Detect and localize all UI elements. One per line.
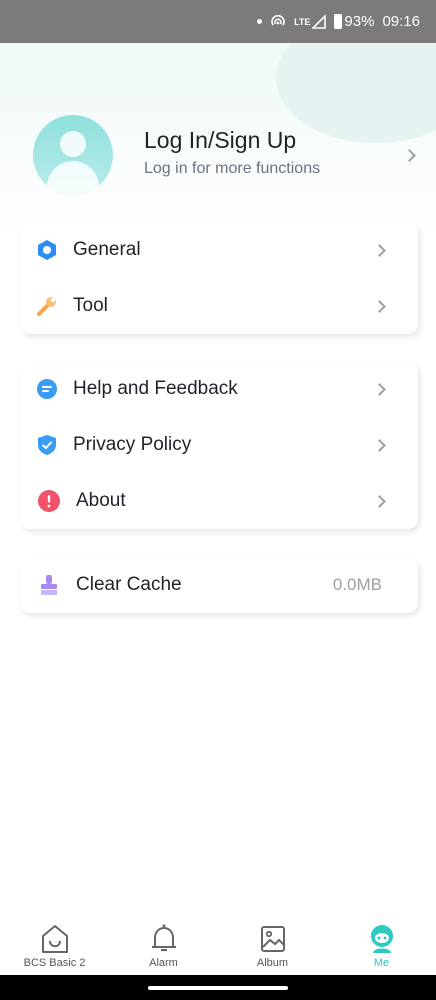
message-icon [36, 378, 58, 400]
status-bar: LTE 93% 09:16 [0, 0, 436, 43]
menu-label: Tool [73, 295, 108, 316]
menu-item-tool[interactable]: Tool [20, 278, 418, 334]
chevron-right-icon [373, 299, 386, 313]
clock: 09:16 [382, 13, 420, 30]
login-title: Log In/Sign Up [144, 127, 297, 153]
menu-label: General [73, 239, 141, 260]
notification-dot-icon [257, 19, 263, 24]
brush-icon [38, 574, 60, 596]
tab-album[interactable]: Album [218, 915, 327, 975]
battery-level: 93% [344, 13, 375, 30]
gear-hex-icon [36, 239, 58, 261]
tab-label: Album [256, 957, 289, 969]
signal-icon: LTE [294, 14, 327, 29]
system-navigation-bar [0, 975, 436, 1000]
bottom-tab-bar: BCS Basic 2 Alarm Album Me [0, 915, 436, 975]
tab-me[interactable]: Me [327, 915, 436, 975]
settings-card-help: Help and Feedback Privacy Policy About [20, 361, 418, 529]
info-icon [38, 490, 60, 512]
chevron-right-icon [373, 243, 386, 257]
chevron-right-icon [373, 494, 386, 508]
menu-item-about[interactable]: About [20, 473, 418, 529]
chevron-right-icon [373, 382, 386, 396]
tab-label: BCS Basic 2 [23, 957, 86, 969]
me-icon [367, 923, 397, 955]
tab-label: Alarm [149, 957, 178, 969]
home-icon [40, 923, 70, 955]
avatar [33, 115, 113, 195]
tab-alarm[interactable]: Alarm [109, 915, 218, 975]
tab-label: Me [373, 957, 390, 969]
battery-icon [334, 14, 343, 29]
menu-item-help-feedback[interactable]: Help and Feedback [20, 361, 418, 417]
hotspot-icon [270, 14, 286, 29]
login-subtitle: Log in for more functions [144, 160, 321, 177]
wrench-icon [36, 295, 58, 317]
menu-label: Clear Cache [76, 574, 182, 595]
menu-label: Help and Feedback [73, 378, 238, 399]
bell-icon [149, 923, 179, 955]
tab-bcs-basic-2[interactable]: BCS Basic 2 [0, 915, 109, 975]
chevron-right-icon [403, 149, 416, 162]
login-profile-row[interactable]: Log In/Sign Up Log in for more functions [0, 105, 436, 205]
menu-label: Privacy Policy [73, 434, 192, 455]
chevron-right-icon [373, 438, 386, 452]
image-icon [258, 923, 288, 955]
menu-item-privacy-policy[interactable]: Privacy Policy [20, 417, 418, 473]
home-gesture-handle[interactable] [148, 986, 288, 990]
menu-item-clear-cache[interactable]: Clear Cache 0.0MB [20, 557, 418, 613]
cache-size: 0.0MB [332, 575, 382, 594]
network-type: LTE [294, 16, 311, 27]
menu-label: About [76, 490, 126, 511]
settings-card-cache: Clear Cache 0.0MB [20, 557, 418, 613]
menu-item-general[interactable]: General [20, 222, 418, 278]
shield-check-icon [36, 434, 58, 456]
settings-card-general: General Tool [20, 222, 418, 334]
